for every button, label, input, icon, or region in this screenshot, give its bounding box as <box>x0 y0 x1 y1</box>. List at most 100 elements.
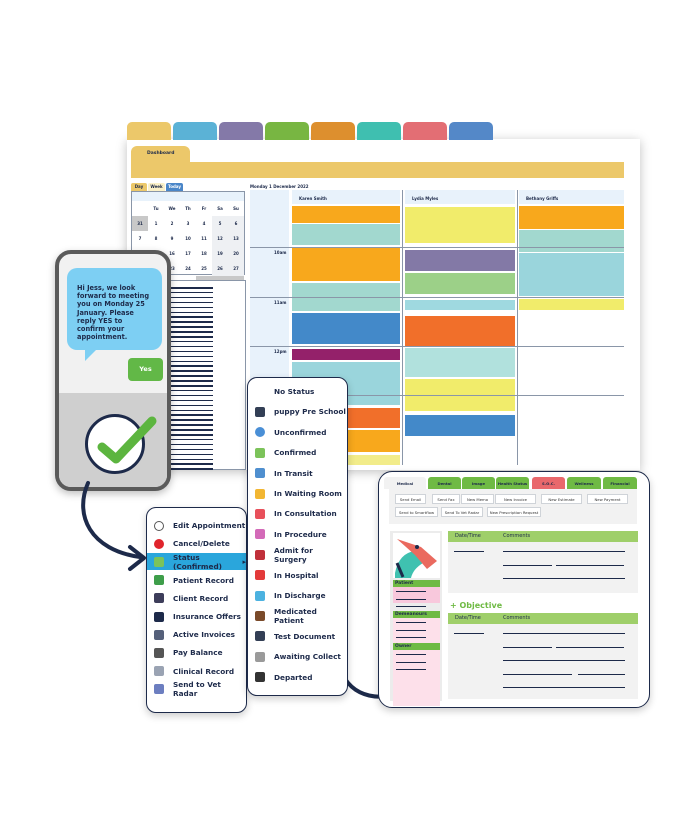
calendar-day[interactable]: 31 <box>132 216 148 231</box>
calendar-day[interactable]: 7 <box>132 231 148 246</box>
list-line <box>169 438 213 441</box>
appointment-block[interactable] <box>292 349 400 360</box>
menu-item-cancel-delete[interactable]: Cancel/Delete <box>147 535 246 552</box>
time-label: 12pm <box>274 349 287 354</box>
medical-tab-soc[interactable]: S.O.C. <box>532 477 565 489</box>
appointment-block[interactable] <box>292 313 400 344</box>
dashboard-tab[interactable]: Dashboard <box>131 146 190 163</box>
menu-item-in-hospital[interactable]: In Hospital <box>248 567 347 584</box>
appointment-block[interactable] <box>405 300 515 310</box>
menu-item-insurance-offers[interactable]: Insurance Offers <box>147 608 246 625</box>
module-tab[interactable] <box>265 122 309 140</box>
view-tab-week[interactable]: Week <box>148 183 165 191</box>
module-tab[interactable] <box>219 122 263 140</box>
module-tab[interactable] <box>403 122 447 140</box>
calendar-day[interactable]: 2 <box>164 216 180 231</box>
menu-item-admit-for-surgery[interactable]: Admit for Surgery <box>248 546 347 564</box>
button-new-estimate[interactable]: New Estimate <box>541 494 582 504</box>
appointment-block[interactable] <box>405 415 515 436</box>
button-send-to-smartflow[interactable]: Send to Smartflow <box>395 507 438 517</box>
column-header-comments: Comments <box>503 615 531 621</box>
calendar-day[interactable]: 5 <box>212 216 228 231</box>
appointment-block[interactable] <box>519 206 624 229</box>
calendar-day[interactable]: 12 <box>212 231 228 246</box>
flag-icon <box>255 508 265 519</box>
menu-item-status-confirmed[interactable]: Status (Confirmed) ▸ <box>147 553 246 571</box>
calendar-day[interactable]: 1 <box>148 216 164 231</box>
medical-tab-wellness[interactable]: Wellness <box>567 477 601 489</box>
button-send-email[interactable]: Send Email <box>395 494 426 504</box>
menu-item-in-discharge[interactable]: In Discharge <box>248 587 347 604</box>
appointment-block[interactable] <box>405 316 515 346</box>
calendar-day[interactable]: 27 <box>228 261 244 276</box>
module-tab[interactable] <box>357 122 401 140</box>
appointment-block[interactable] <box>405 207 515 243</box>
button-new-memo[interactable]: New Memo <box>461 494 494 504</box>
menu-item-client-record[interactable]: Client Record <box>147 590 246 607</box>
menu-item-puppy-pre-school[interactable]: puppy Pre School <box>248 403 347 420</box>
menu-item-no-status[interactable]: No Status <box>248 383 347 400</box>
button-new-invoice[interactable]: New Invoice <box>495 494 536 504</box>
menu-item-awaiting-collect[interactable]: Awaiting Collect <box>248 648 347 665</box>
medical-tab-healthstatus[interactable]: Health Status <box>496 477 529 489</box>
appointment-block[interactable] <box>519 230 624 252</box>
menu-item-test-document[interactable]: Test Document <box>248 628 347 645</box>
menu-item-in-transit[interactable]: In Transit <box>248 465 347 482</box>
appointment-block[interactable] <box>405 273 515 294</box>
menu-item-in-consultation[interactable]: In Consultation <box>248 505 347 522</box>
calendar-day[interactable]: 26 <box>212 261 228 276</box>
menu-item-edit-appointment[interactable]: Edit Appointment <box>147 517 246 534</box>
calendar-day[interactable]: 3 <box>180 216 196 231</box>
button-send-fax[interactable]: Send Fax <box>432 494 460 504</box>
menu-item-patient-record[interactable]: Patient Record <box>147 572 246 589</box>
module-tab[interactable] <box>173 122 217 140</box>
appointment-block[interactable] <box>519 253 624 296</box>
module-tab[interactable] <box>127 122 171 140</box>
menu-item-clinical-record[interactable]: Clinical Record <box>147 663 246 680</box>
menu-item-in-procedure[interactable]: In Procedure <box>248 526 347 543</box>
appointment-block[interactable] <box>405 250 515 271</box>
appointment-block[interactable] <box>405 348 515 377</box>
menu-item-pay-balance[interactable]: Pay Balance <box>147 644 246 661</box>
module-tab[interactable] <box>449 122 493 140</box>
calendar-day[interactable]: 9 <box>164 231 180 246</box>
calendar-day[interactable]: 11 <box>196 231 212 246</box>
appointment-block[interactable] <box>292 224 400 245</box>
objective-heading[interactable]: + Objective <box>450 601 502 610</box>
calendar-day[interactable]: 19 <box>212 246 228 261</box>
list-line <box>169 448 213 451</box>
menu-item-active-invoices[interactable]: Active Invoices <box>147 626 246 643</box>
calendar-day[interactable]: 4 <box>196 216 212 231</box>
view-tab-today[interactable]: Today <box>166 183 183 191</box>
button-send-to-vet-radar[interactable]: Send To Vet Radar <box>441 507 483 517</box>
menu-item-unconfirmed[interactable]: Unconfirmed <box>248 424 347 441</box>
medical-tab-image[interactable]: Image <box>462 477 495 489</box>
menu-item-departed[interactable]: Departed <box>248 669 347 686</box>
calendar-day[interactable]: 8 <box>148 231 164 246</box>
dog-icon <box>154 575 164 586</box>
list-line <box>169 404 213 407</box>
medical-tab-financial[interactable]: Financial <box>603 477 637 489</box>
view-tab-day[interactable]: Day <box>131 183 147 191</box>
menu-item-in-waiting-room[interactable]: In Waiting Room <box>248 485 347 502</box>
calendar-day[interactable]: 20 <box>228 246 244 261</box>
calendar-day[interactable]: 6 <box>228 216 244 231</box>
medical-tab-dental[interactable]: Dental <box>428 477 461 489</box>
button-new-payment[interactable]: New Payment <box>587 494 628 504</box>
menu-item-send-to-vet-radar[interactable]: Send to Vet Radar <box>147 680 246 698</box>
button-new-prescription-request[interactable]: New Prescription Request <box>487 507 541 517</box>
menu-item-confirmed[interactable]: Confirmed <box>248 444 347 461</box>
medical-tab-medical[interactable]: Medical <box>384 477 426 489</box>
calendar-day[interactable]: 17 <box>180 246 196 261</box>
menu-item-medicated-patient[interactable]: Medicated Patient <box>248 607 347 625</box>
time-label: 11am <box>274 299 287 305</box>
appointment-block[interactable] <box>292 206 400 223</box>
calendar-day[interactable]: 24 <box>180 261 196 276</box>
calendar-day[interactable]: 25 <box>196 261 212 276</box>
appointment-block[interactable] <box>292 248 400 281</box>
appointment-block[interactable] <box>519 299 624 310</box>
calendar-day[interactable]: 10 <box>180 231 196 246</box>
calendar-day[interactable]: 18 <box>196 246 212 261</box>
module-tab[interactable] <box>311 122 355 140</box>
calendar-day[interactable]: 13 <box>228 231 244 246</box>
